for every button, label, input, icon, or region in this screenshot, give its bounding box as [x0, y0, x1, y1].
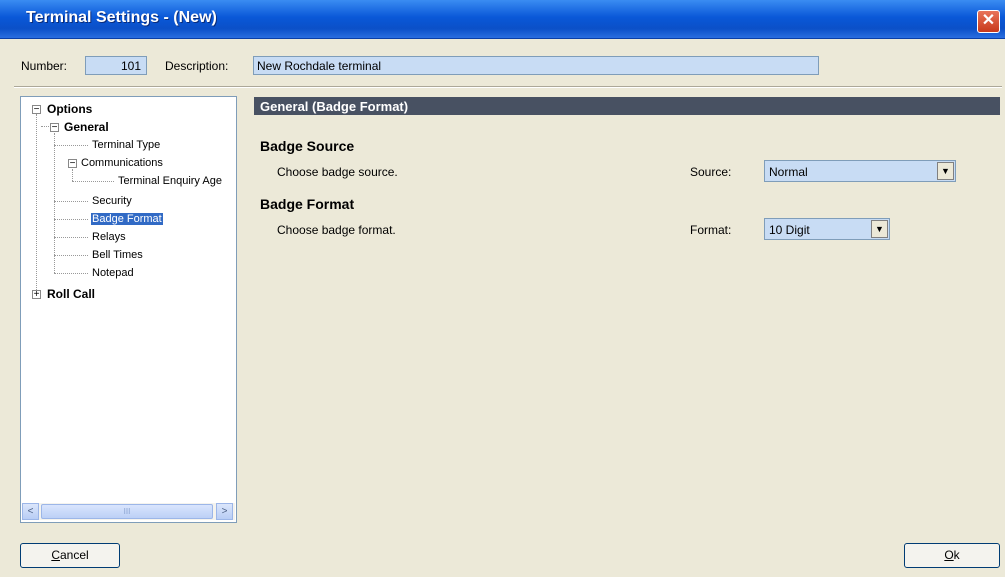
communications-collapse-toggle[interactable]: − [68, 159, 77, 169]
tree-line [54, 145, 88, 146]
tree-item-bell-times[interactable]: Bell Times [92, 249, 143, 261]
title-bar[interactable]: Terminal Settings - (New) ✕ [0, 0, 1005, 39]
cancel-label: ancel [59, 548, 89, 562]
close-button[interactable]: ✕ [977, 10, 1000, 33]
source-dropdown-button[interactable]: ▼ [937, 162, 954, 180]
tree-line [72, 169, 73, 181]
tree-item-options[interactable]: Options [47, 102, 92, 116]
tree-item-general[interactable]: General [64, 120, 109, 134]
tree-item-terminal-enquiry-agent[interactable]: Terminal Enquiry Age [118, 175, 222, 187]
badge-source-title: Badge Source [260, 138, 355, 154]
tree-item-relays[interactable]: Relays [92, 231, 126, 243]
tree-line [36, 114, 37, 294]
tree-line [72, 181, 114, 182]
ok-label: k [953, 548, 960, 562]
ok-button[interactable]: Ok [904, 543, 1000, 568]
cancel-button[interactable]: Cancel [20, 543, 120, 568]
tree-line [54, 255, 88, 256]
general-collapse-toggle[interactable]: − [50, 123, 59, 133]
scroll-right-button[interactable]: > [216, 503, 233, 520]
source-dropdown[interactable]: Normal ▼ [764, 160, 956, 182]
tree-line [54, 133, 55, 273]
options-collapse-toggle[interactable]: − [32, 105, 41, 115]
options-tree[interactable]: − Options − General Terminal Type − Comm… [20, 96, 237, 523]
tree-item-notepad[interactable]: Notepad [92, 267, 134, 279]
window-title: Terminal Settings - (New) [26, 9, 217, 26]
badge-source-description: Choose badge source. [277, 165, 398, 179]
tree-item-communications[interactable]: Communications [81, 157, 163, 169]
tree-item-roll-call[interactable]: Roll Call [47, 287, 95, 301]
format-dropdown-value: 10 Digit [769, 223, 810, 237]
grip-icon: III [123, 507, 131, 516]
roll-call-expand-toggle[interactable]: + [32, 290, 41, 300]
description-label: Description: [165, 59, 229, 73]
scrollbar-thumb[interactable]: III [41, 504, 213, 519]
tree-line [54, 219, 88, 220]
tree-line [54, 237, 88, 238]
tree-item-terminal-type[interactable]: Terminal Type [92, 139, 160, 151]
cancel-mnemonic: C [51, 548, 60, 562]
ok-mnemonic: O [944, 548, 954, 562]
chevron-down-icon: ▼ [941, 166, 950, 176]
format-dropdown-button[interactable]: ▼ [871, 220, 888, 238]
badge-format-description: Choose badge format. [277, 223, 396, 237]
section-header: General (Badge Format) [254, 97, 1000, 115]
number-field[interactable]: 101 [85, 56, 147, 75]
format-dropdown[interactable]: 10 Digit ▼ [764, 218, 890, 240]
header-divider [14, 86, 1002, 88]
description-field[interactable]: New Rochdale terminal [253, 56, 819, 75]
scroll-left-button[interactable]: < [22, 503, 39, 520]
chevron-down-icon: ▼ [875, 224, 884, 234]
source-label: Source: [690, 165, 732, 179]
close-icon: ✕ [981, 12, 996, 29]
tree-item-security[interactable]: Security [92, 195, 132, 207]
chevron-left-icon: < [27, 506, 34, 517]
tree-item-badge-format[interactable]: Badge Format [91, 213, 163, 225]
terminal-settings-window: Terminal Settings - (New) ✕ Number: 101 … [0, 0, 1005, 577]
source-dropdown-value: Normal [769, 165, 808, 179]
tree-horizontal-scrollbar[interactable]: < III > [22, 503, 235, 520]
format-label: Format: [690, 223, 732, 237]
tree-line [54, 273, 88, 274]
tree-line [54, 201, 88, 202]
number-label: Number: [21, 59, 68, 73]
chevron-right-icon: > [221, 506, 228, 517]
badge-format-title: Badge Format [260, 196, 355, 212]
